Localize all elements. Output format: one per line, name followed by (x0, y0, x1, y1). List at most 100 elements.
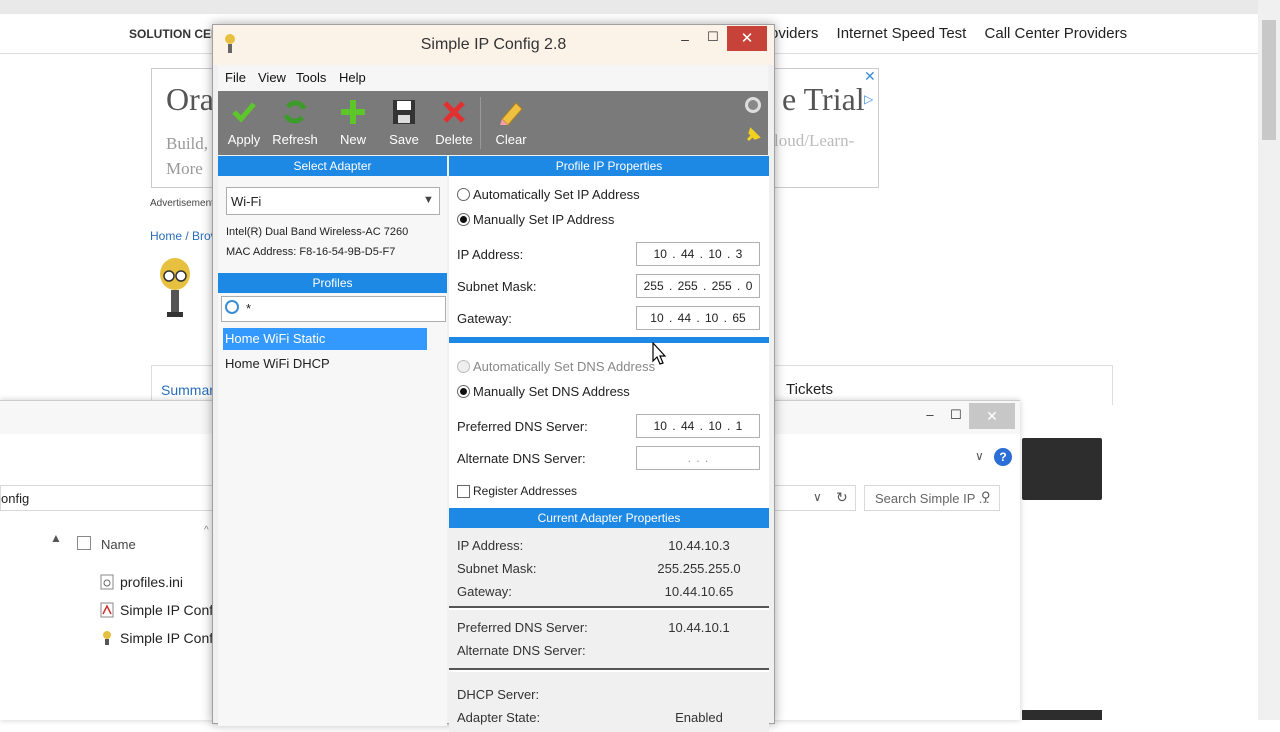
alternate-dns-field[interactable]: . . . (636, 446, 760, 470)
register-addresses-label[interactable]: Register Addresses (473, 484, 577, 498)
manual-dns-radio[interactable] (457, 385, 470, 398)
menu-view[interactable]: View (258, 70, 286, 85)
preferred-dns-field[interactable]: 10 . 44 . 10 . 1 (636, 414, 760, 438)
page-scrollbar[interactable] (1258, 0, 1280, 720)
delete-button[interactable]: Delete (429, 93, 479, 153)
refresh-button[interactable]: Refresh (270, 93, 320, 153)
right-pane: Profile IP Properties Automatically Set … (449, 156, 769, 732)
menu-bar: File View Tools Help (218, 65, 768, 91)
tab-summary[interactable]: Summar (161, 382, 214, 398)
minimize-button[interactable]: – (673, 31, 697, 51)
breadcrumb[interactable]: Home / Brov (150, 229, 217, 243)
manual-ip-radio[interactable] (457, 213, 470, 226)
toolbar-separator (480, 97, 481, 149)
app-titlebar[interactable]: Simple IP Config 2.8 – ☐ ✕ (213, 25, 774, 65)
ad-close-icon[interactable]: ✕ (864, 69, 878, 83)
profiles-header: Profiles (218, 273, 447, 293)
settings-gear-icon[interactable] (745, 97, 761, 113)
auto-dns-label[interactable]: Automatically Set DNS Address (473, 359, 655, 374)
plus-icon (341, 100, 365, 124)
maximize-button[interactable]: ☐ (701, 29, 725, 49)
clear-label: Clear (495, 132, 527, 147)
refresh-icon[interactable]: ↻ (836, 489, 848, 506)
delete-label: Delete (435, 132, 473, 147)
save-button[interactable]: Save (379, 93, 429, 153)
clear-button[interactable]: Clear (486, 93, 536, 153)
search-icon[interactable]: ⚲ (981, 489, 991, 505)
new-button[interactable]: New (328, 93, 378, 153)
explorer-maximize-button[interactable]: ☐ (942, 407, 970, 427)
adapter-state-value: Enabled (675, 710, 723, 725)
gateway-field[interactable]: 10 . 44 . 10 . 65 (636, 306, 760, 330)
explorer-search-input[interactable]: Search Simple IP ... ⚲ (864, 485, 1000, 511)
select-all-checkbox[interactable] (77, 536, 91, 550)
section-separator (449, 337, 769, 343)
help-icon[interactable]: ? (994, 448, 1012, 466)
profile-item-home-wifi-static[interactable]: Home WiFi Static (223, 328, 427, 350)
current-state-section: DHCP Server: Adapter State: Enabled (449, 672, 769, 732)
app-file-icon (103, 631, 111, 645)
current-ip-label: IP Address: (457, 538, 524, 553)
nav-link-speed-test[interactable]: Internet Speed Test (837, 25, 967, 42)
profile-item-home-wifi-dhcp[interactable]: Home WiFi DHCP (223, 353, 427, 375)
menu-file[interactable]: File (225, 70, 246, 85)
nav-pane-scroll-up-icon[interactable]: ▲ (50, 531, 62, 545)
nav-link-call-center[interactable]: Call Center Providers (985, 25, 1128, 42)
nav-links: oviders Internet Speed Test Call Center … (770, 25, 1141, 42)
ad-label: Advertisement (150, 198, 214, 209)
register-addresses-checkbox[interactable] (457, 485, 470, 498)
ip-address-field[interactable]: 10 . 44 . 10 . 3 (636, 242, 760, 266)
mouse-cursor-icon (652, 342, 666, 365)
adapter-selected-value: Wi-Fi (231, 194, 262, 209)
auto-dns-radio[interactable] (457, 360, 470, 373)
menu-help[interactable]: Help (339, 70, 366, 85)
adapter-dropdown[interactable]: Wi-Fi ▼ (226, 187, 440, 215)
subnet-mask-label: Subnet Mask: (457, 279, 537, 294)
address-dropdown-icon[interactable]: ∨ (813, 490, 822, 504)
pin-icon[interactable] (745, 127, 761, 143)
tab-tickets[interactable]: Tickets (786, 381, 833, 398)
apply-label: Apply (227, 132, 261, 147)
auto-ip-label[interactable]: Automatically Set IP Address (473, 187, 640, 202)
adapter-description: Intel(R) Dual Band Wireless-AC 7260 (226, 226, 409, 238)
dark-side-panel-bottom (1022, 710, 1102, 720)
manual-dns-label[interactable]: Manually Set DNS Address (473, 384, 630, 399)
file-item[interactable]: Simple IP Config (100, 602, 224, 618)
file-item[interactable]: profiles.ini (100, 574, 183, 590)
dhcp-server-label: DHCP Server: (457, 687, 540, 702)
search-placeholder: Search Simple IP ... (875, 491, 990, 506)
file-name: Simple IP Config (120, 602, 225, 618)
ad-info-icon[interactable]: ▷ (864, 92, 878, 106)
ad-url: loud/Learn- (774, 131, 855, 150)
profile-filter-value: * (246, 301, 252, 316)
scrollbar-thumb[interactable] (1262, 20, 1276, 140)
current-alt-dns-label: Alternate DNS Server: (457, 643, 586, 658)
select-adapter-header: Select Adapter (218, 156, 447, 176)
current-ip-value: 10.44.10.3 (668, 538, 730, 553)
auto-ip-radio[interactable] (457, 188, 470, 201)
current-subnet-label: Subnet Mask: (457, 561, 537, 576)
subnet-mask-field[interactable]: 255 . 255 . 255 . 0 (636, 274, 760, 298)
explorer-close-button[interactable]: ✕ (969, 403, 1015, 429)
ad-trial-text: e Trial (782, 81, 865, 117)
current-pref-dns-value: 10.44.10.1 (668, 620, 730, 635)
close-button[interactable]: ✕ (727, 26, 767, 51)
alternate-dns-label: Alternate DNS Server: (457, 451, 586, 466)
current-subnet-value: 255.255.255.0 (657, 561, 741, 576)
red-x-icon (443, 101, 465, 123)
pencil-eraser-icon (500, 102, 523, 126)
manual-ip-label[interactable]: Manually Set IP Address (473, 212, 614, 227)
profile-filter-input[interactable]: * (221, 296, 446, 322)
ribbon-expand-icon[interactable]: ∨ (975, 449, 984, 463)
column-header-name[interactable]: Name (101, 537, 136, 552)
menu-tools[interactable]: Tools (296, 70, 326, 85)
ini-file-icon (100, 574, 114, 590)
browser-top-strip (0, 0, 1258, 14)
preferred-dns-label: Preferred DNS Server: (457, 419, 588, 434)
nav-solution-center[interactable]: SOLUTION CEN (129, 27, 220, 41)
nav-link-providers[interactable]: oviders (770, 25, 818, 42)
save-label: Save (389, 132, 419, 147)
apply-button[interactable]: Apply (219, 93, 269, 153)
file-item[interactable]: Simple IP Config (100, 630, 224, 646)
explorer-minimize-button[interactable]: – (916, 407, 944, 427)
